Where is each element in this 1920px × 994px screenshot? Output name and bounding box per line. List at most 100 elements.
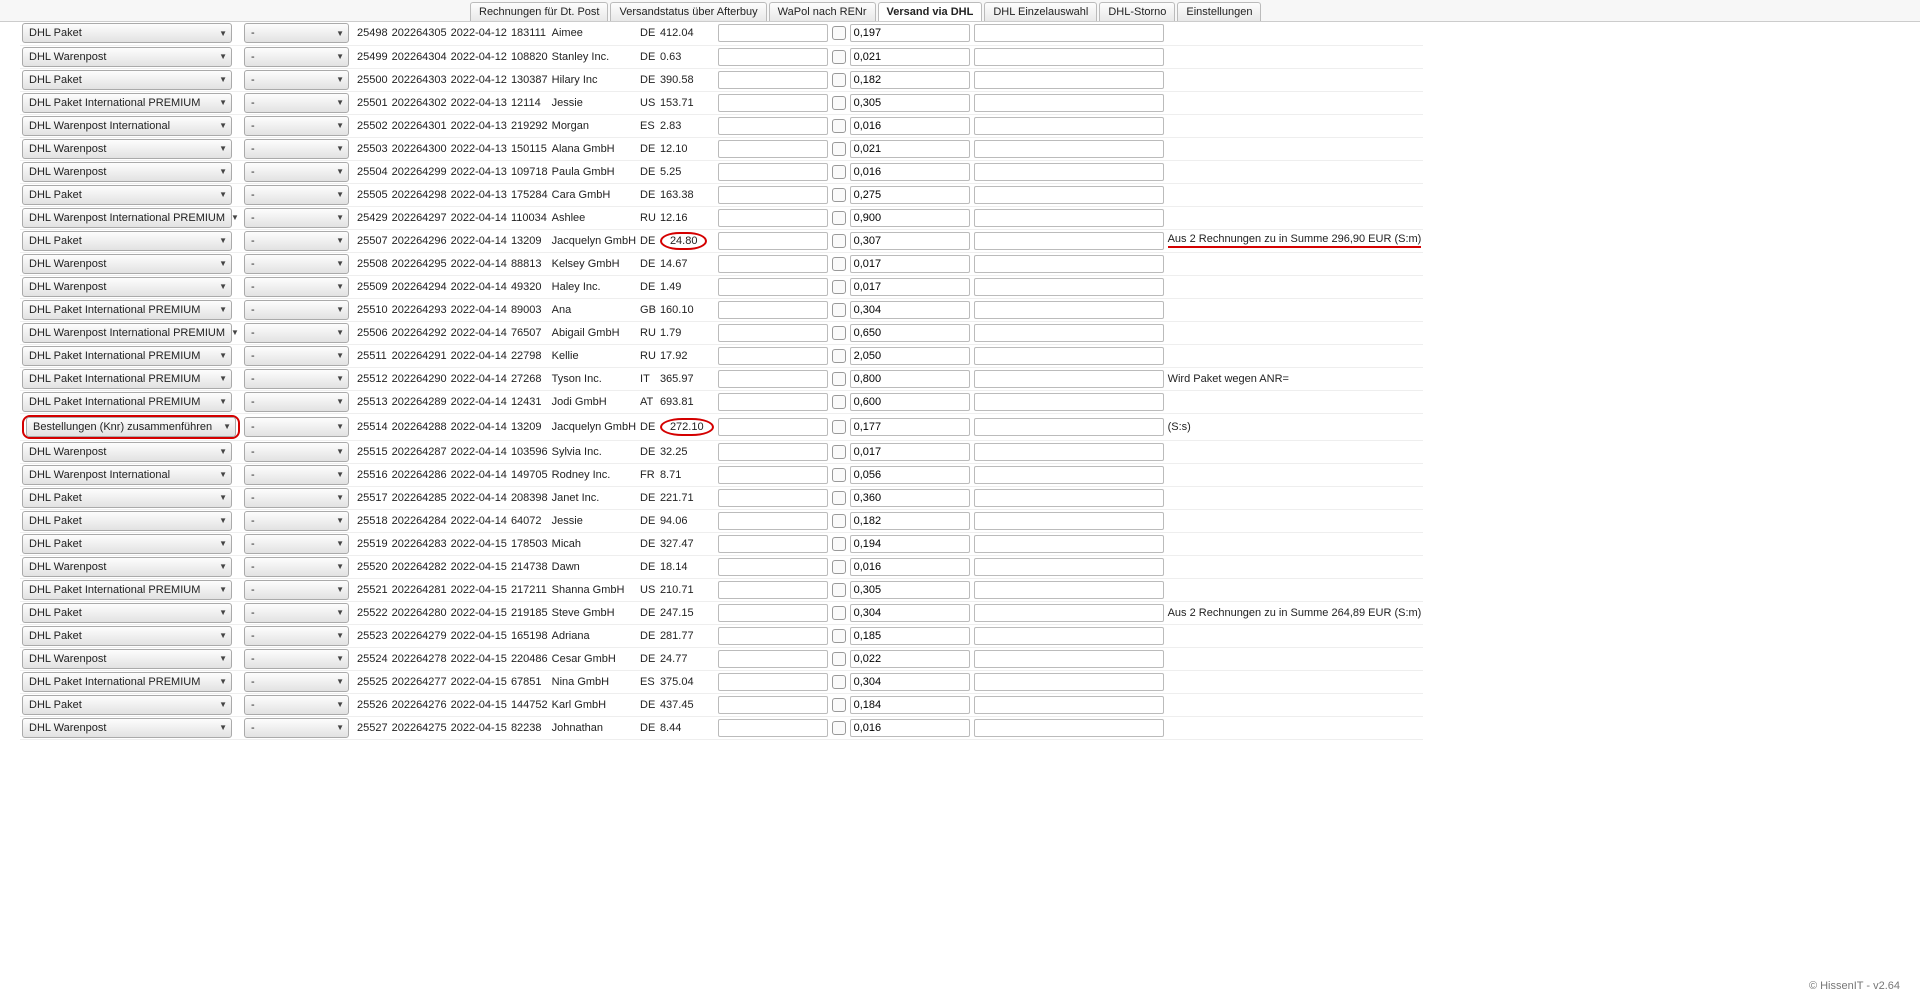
sub-select[interactable]: -▼: [244, 417, 349, 437]
sub-select[interactable]: -▼: [244, 277, 349, 297]
extra-input-2[interactable]: [974, 24, 1164, 42]
ship-method-select[interactable]: DHL Paket International PREMIUM▼: [22, 93, 232, 113]
ship-method-select[interactable]: DHL Paket▼: [22, 603, 232, 623]
extra-input-2[interactable]: [974, 301, 1164, 319]
weight-input[interactable]: [850, 466, 970, 484]
weight-input[interactable]: [850, 650, 970, 668]
sub-select[interactable]: -▼: [244, 47, 349, 67]
row-checkbox[interactable]: [832, 73, 846, 87]
extra-input-1[interactable]: [718, 186, 828, 204]
extra-input-1[interactable]: [718, 48, 828, 66]
weight-input[interactable]: [850, 24, 970, 42]
extra-input-1[interactable]: [718, 140, 828, 158]
sub-select[interactable]: -▼: [244, 369, 349, 389]
extra-input-2[interactable]: [974, 535, 1164, 553]
row-checkbox[interactable]: [832, 491, 846, 505]
row-checkbox[interactable]: [832, 721, 846, 735]
tab-6[interactable]: Einstellungen: [1177, 2, 1261, 21]
extra-input-1[interactable]: [718, 71, 828, 89]
sub-select[interactable]: -▼: [244, 323, 349, 343]
row-checkbox[interactable]: [832, 468, 846, 482]
sub-select[interactable]: -▼: [244, 511, 349, 531]
row-checkbox[interactable]: [832, 675, 846, 689]
sub-select[interactable]: -▼: [244, 580, 349, 600]
sub-select[interactable]: -▼: [244, 208, 349, 228]
row-checkbox[interactable]: [832, 445, 846, 459]
ship-method-select[interactable]: DHL Warenpost▼: [22, 718, 232, 738]
extra-input-1[interactable]: [718, 443, 828, 461]
weight-input[interactable]: [850, 186, 970, 204]
weight-input[interactable]: [850, 393, 970, 411]
sub-select[interactable]: -▼: [244, 626, 349, 646]
row-checkbox[interactable]: [832, 629, 846, 643]
weight-input[interactable]: [850, 140, 970, 158]
extra-input-1[interactable]: [718, 466, 828, 484]
ship-method-select[interactable]: DHL Paket▼: [22, 70, 232, 90]
weight-input[interactable]: [850, 278, 970, 296]
ship-method-select[interactable]: DHL Paket▼: [22, 185, 232, 205]
sub-select[interactable]: -▼: [244, 649, 349, 669]
tab-3[interactable]: Versand via DHL: [878, 2, 983, 21]
sub-select[interactable]: -▼: [244, 23, 349, 43]
row-checkbox[interactable]: [832, 395, 846, 409]
row-checkbox[interactable]: [832, 537, 846, 551]
extra-input-2[interactable]: [974, 627, 1164, 645]
ship-method-select[interactable]: DHL Warenpost International PREMIUM▼: [22, 323, 232, 343]
weight-input[interactable]: [850, 558, 970, 576]
extra-input-1[interactable]: [718, 512, 828, 530]
weight-input[interactable]: [850, 48, 970, 66]
extra-input-2[interactable]: [974, 163, 1164, 181]
ship-method-select[interactable]: DHL Paket International PREMIUM▼: [22, 392, 232, 412]
weight-input[interactable]: [850, 370, 970, 388]
sub-select[interactable]: -▼: [244, 254, 349, 274]
weight-input[interactable]: [850, 673, 970, 691]
weight-input[interactable]: [850, 719, 970, 737]
extra-input-1[interactable]: [718, 209, 828, 227]
sub-select[interactable]: -▼: [244, 70, 349, 90]
row-checkbox[interactable]: [832, 119, 846, 133]
sub-select[interactable]: -▼: [244, 695, 349, 715]
ship-method-select[interactable]: DHL Warenpost▼: [22, 139, 232, 159]
extra-input-2[interactable]: [974, 489, 1164, 507]
extra-input-2[interactable]: [974, 650, 1164, 668]
weight-input[interactable]: [850, 71, 970, 89]
row-checkbox[interactable]: [832, 142, 846, 156]
extra-input-1[interactable]: [718, 558, 828, 576]
ship-method-select[interactable]: DHL Warenpost▼: [22, 442, 232, 462]
extra-input-2[interactable]: [974, 604, 1164, 622]
row-checkbox[interactable]: [832, 211, 846, 225]
extra-input-1[interactable]: [718, 347, 828, 365]
ship-method-select[interactable]: DHL Warenpost International▼: [22, 116, 232, 136]
ship-method-select[interactable]: DHL Paket▼: [22, 626, 232, 646]
extra-input-2[interactable]: [974, 232, 1164, 250]
row-checkbox[interactable]: [832, 280, 846, 294]
ship-method-select[interactable]: Bestellungen (Knr) zusammenführen▼: [26, 417, 236, 437]
extra-input-1[interactable]: [718, 673, 828, 691]
sub-select[interactable]: -▼: [244, 162, 349, 182]
extra-input-1[interactable]: [718, 301, 828, 319]
extra-input-2[interactable]: [974, 443, 1164, 461]
row-checkbox[interactable]: [832, 349, 846, 363]
sub-select[interactable]: -▼: [244, 231, 349, 251]
ship-method-select[interactable]: DHL Warenpost▼: [22, 47, 232, 67]
ship-method-select[interactable]: DHL Warenpost▼: [22, 162, 232, 182]
tab-5[interactable]: DHL-Storno: [1099, 2, 1175, 21]
extra-input-2[interactable]: [974, 581, 1164, 599]
ship-method-select[interactable]: DHL Warenpost▼: [22, 277, 232, 297]
weight-input[interactable]: [850, 301, 970, 319]
extra-input-1[interactable]: [718, 418, 828, 436]
row-checkbox[interactable]: [832, 652, 846, 666]
row-checkbox[interactable]: [832, 698, 846, 712]
tab-0[interactable]: Rechnungen für Dt. Post: [470, 2, 608, 21]
sub-select[interactable]: -▼: [244, 346, 349, 366]
extra-input-1[interactable]: [718, 255, 828, 273]
weight-input[interactable]: [850, 512, 970, 530]
extra-input-1[interactable]: [718, 604, 828, 622]
extra-input-1[interactable]: [718, 581, 828, 599]
extra-input-1[interactable]: [718, 324, 828, 342]
sub-select[interactable]: -▼: [244, 557, 349, 577]
extra-input-1[interactable]: [718, 232, 828, 250]
weight-input[interactable]: [850, 324, 970, 342]
row-checkbox[interactable]: [832, 26, 846, 40]
row-checkbox[interactable]: [832, 514, 846, 528]
